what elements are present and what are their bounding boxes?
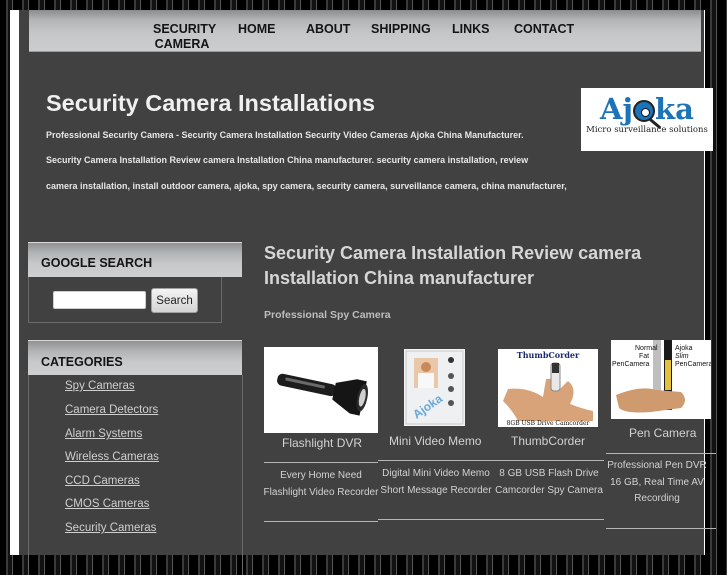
divider bbox=[264, 462, 378, 463]
product-image-pen-camera[interactable]: Normal Fat PenCamera Ajoka Slim PenCamer… bbox=[611, 340, 711, 419]
flashlight-icon bbox=[277, 373, 368, 416]
product-name-mini-video-memo[interactable]: Mini Video Memo bbox=[389, 434, 481, 448]
top-navigation: SECURITY CAMERA HOME ABOUT SHIPPING LINK… bbox=[29, 10, 701, 52]
ajoka-logo[interactable]: Aj ka Micro surveillance solutions bbox=[581, 88, 713, 151]
page-container: SECURITY CAMERA HOME ABOUT SHIPPING LINK… bbox=[19, 10, 716, 575]
divider bbox=[378, 519, 494, 520]
image-label: Ajoka bbox=[675, 345, 693, 352]
divider bbox=[606, 453, 716, 454]
image-caption-top: ThumbCorder bbox=[517, 350, 580, 360]
site-title[interactable]: Security Camera Installations bbox=[46, 90, 375, 117]
product-desc-thumbcorder: 8 GB USB Flash Drive Camcorder Spy Camer… bbox=[493, 466, 605, 499]
thumbcorder-hand-icon: ThumbCorder 8GB USB Drive Camcorder bbox=[503, 350, 593, 427]
image-label: PenCamera bbox=[612, 361, 649, 368]
pen-camera-comparison-icon: Normal Fat PenCamera Ajoka Slim PenCamer… bbox=[612, 340, 711, 413]
nav-security-camera[interactable]: SECURITY CAMERA bbox=[153, 22, 216, 52]
category-ccd-cameras[interactable]: CCD Cameras bbox=[65, 475, 140, 487]
nav-about[interactable]: ABOUT bbox=[306, 22, 350, 37]
category-alarm-systems[interactable]: Alarm Systems bbox=[65, 428, 142, 440]
desc-line: Recording bbox=[634, 493, 680, 504]
google-search-title: GOOGLE SEARCH bbox=[41, 256, 153, 270]
divider bbox=[494, 460, 604, 461]
search-input[interactable] bbox=[53, 291, 146, 309]
image-label: Normal bbox=[635, 345, 658, 352]
desc-line: Camcorder Spy Camera bbox=[495, 484, 603, 496]
product-name-thumbcorder[interactable]: ThumbCorder bbox=[511, 434, 585, 448]
category-cmos-cameras[interactable]: CMOS Cameras bbox=[65, 498, 149, 510]
logo-wordmark: Aj ka bbox=[581, 91, 713, 130]
divider bbox=[264, 521, 378, 522]
category-camera-detectors[interactable]: Camera Detectors bbox=[65, 404, 158, 416]
desc-line: Professional Pen DVR bbox=[607, 460, 707, 471]
nav-links[interactable]: LINKS bbox=[452, 22, 490, 37]
product-name-pen-camera[interactable]: Pen Camera bbox=[629, 426, 696, 440]
image-label: Slim bbox=[675, 353, 689, 360]
product-image-mini-video-memo[interactable]: Ajoka bbox=[404, 349, 465, 426]
desc-line: Flashlight Video Recorder bbox=[263, 486, 379, 498]
categories-title: CATEGORIES bbox=[41, 355, 123, 369]
main-heading: Security Camera Installation Review came… bbox=[264, 243, 642, 288]
categories-header: CATEGORIES bbox=[28, 340, 242, 375]
nav-home[interactable]: HOME bbox=[238, 22, 276, 37]
nav-contact[interactable]: CONTACT bbox=[514, 22, 574, 37]
category-spy-cameras[interactable]: Spy Cameras bbox=[65, 380, 135, 392]
logo-word-left: Aj bbox=[600, 92, 634, 126]
product-image-thumbcorder[interactable]: ThumbCorder 8GB USB Drive Camcorder bbox=[498, 349, 598, 427]
tagline-line-1: Professional Security Camera - Security … bbox=[46, 130, 524, 140]
logo-word-right: ka bbox=[655, 92, 694, 126]
desc-line: Every Home Need bbox=[280, 470, 362, 481]
product-desc-mini-video-memo: Digital Mini Video Memo Short Message Re… bbox=[378, 466, 494, 499]
desc-line: 16 GB, Real Time AV bbox=[610, 476, 704, 488]
category-security-cameras[interactable]: Security Cameras bbox=[65, 522, 156, 534]
product-desc-pen-camera: Professional Pen DVR 16 GB, Real Time AV… bbox=[606, 458, 708, 508]
desc-line: Digital Mini Video Memo bbox=[382, 468, 490, 479]
image-label: Fat bbox=[639, 353, 649, 360]
desc-line: Short Message Recorder bbox=[380, 484, 492, 496]
divider bbox=[378, 460, 494, 461]
divider bbox=[494, 519, 604, 520]
main-subheading: Professional Spy Camera bbox=[264, 309, 391, 321]
product-image-flashlight-dvr[interactable] bbox=[264, 347, 378, 433]
category-wireless-cameras[interactable]: Wireless Cameras bbox=[65, 451, 159, 463]
image-label: PenCamera bbox=[675, 361, 711, 368]
product-name-flashlight-dvr[interactable]: Flashlight DVR bbox=[282, 436, 362, 450]
video-memo-device-icon: Ajoka bbox=[405, 350, 464, 425]
tagline-line-2: Security Camera Installation Review came… bbox=[46, 155, 529, 165]
google-search-header: GOOGLE SEARCH bbox=[28, 242, 242, 277]
divider bbox=[606, 528, 716, 529]
nav-shipping[interactable]: SHIPPING bbox=[371, 22, 431, 37]
desc-line: 8 GB USB Flash Drive bbox=[499, 468, 599, 479]
product-desc-flashlight-dvr: Every Home Need Flashlight Video Recorde… bbox=[259, 468, 383, 501]
search-button[interactable]: Search bbox=[151, 288, 198, 313]
tagline-line-3: camera installation, install outdoor cam… bbox=[46, 181, 567, 191]
image-caption-bottom: 8GB USB Drive Camcorder bbox=[507, 420, 590, 427]
